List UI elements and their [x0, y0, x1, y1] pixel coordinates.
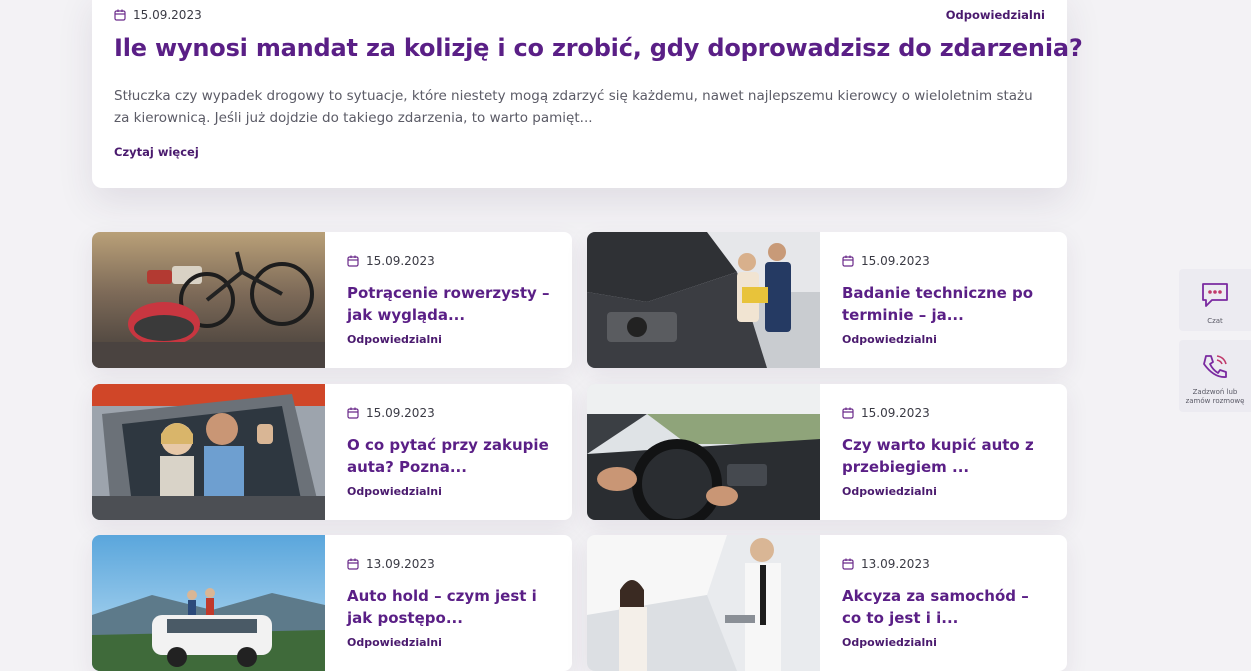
article-title[interactable]: Badanie techniczne po terminie – ja... — [842, 282, 1052, 326]
article-thumbnail-bicycle-accident[interactable] — [92, 232, 325, 368]
article-title[interactable]: Potrącenie rowerzysty – jak wygląda... — [347, 282, 557, 326]
article-card[interactable]: 15.09.2023 Potrącenie rowerzysty – jak w… — [92, 232, 572, 368]
read-more-link[interactable]: Czytaj więcej — [114, 145, 199, 159]
article-card[interactable]: 15.09.2023 O co pytać przy zakupie auta?… — [92, 384, 572, 520]
featured-category-link[interactable]: Odpowiedzialni — [946, 8, 1045, 22]
calendar-icon — [842, 407, 854, 419]
call-label: Zadzwoń lub zamów rozmowę — [1185, 388, 1245, 405]
chat-bubble-icon — [1179, 281, 1251, 313]
article-date-text: 15.09.2023 — [861, 254, 930, 268]
featured-excerpt: Stłuczka czy wypadek drogowy to sytuacje… — [114, 88, 1033, 126]
calendar-icon — [347, 558, 359, 570]
featured-article-card[interactable]: 15.09.2023 Odpowiedzialni Ile wynosi man… — [92, 0, 1083, 188]
article-date: 13.09.2023 — [842, 557, 930, 571]
calendar-icon — [114, 9, 126, 21]
article-category-link[interactable]: Odpowiedzialni — [842, 485, 937, 498]
article-date-text: 15.09.2023 — [366, 406, 435, 420]
featured-date: 15.09.2023 — [114, 8, 202, 22]
article-date: 15.09.2023 — [842, 406, 930, 420]
article-card[interactable]: 13.09.2023 Akcyza za samochód – co to je… — [587, 535, 1067, 671]
article-title[interactable]: Czy warto kupić auto z przebiegiem ... — [842, 434, 1052, 478]
article-title[interactable]: O co pytać przy zakupie auta? Pozna... — [347, 434, 557, 478]
article-title[interactable]: Auto hold – czym jest i jak postępo... — [347, 585, 557, 629]
article-date: 13.09.2023 — [347, 557, 435, 571]
article-title[interactable]: Akcyza za samochód – co to jest i i... — [842, 585, 1052, 629]
article-date: 15.09.2023 — [347, 406, 435, 420]
article-card[interactable]: 15.09.2023 Badanie techniczne po termini… — [587, 232, 1067, 368]
call-button[interactable]: Zadzwoń lub zamów rozmowę — [1179, 340, 1251, 412]
article-thumbnail-car-dealer[interactable] — [587, 535, 820, 671]
article-thumbnail-car-inspection[interactable] — [587, 232, 820, 368]
article-card[interactable]: 15.09.2023 Czy warto kupić auto z przebi… — [587, 384, 1067, 520]
calendar-icon — [347, 255, 359, 267]
article-date-text: 13.09.2023 — [861, 557, 930, 571]
article-category-link[interactable]: Odpowiedzialni — [347, 485, 442, 498]
phone-icon — [1179, 352, 1251, 384]
article-date: 15.09.2023 — [347, 254, 435, 268]
calendar-icon — [347, 407, 359, 419]
chat-label: Czat — [1207, 317, 1223, 325]
featured-title[interactable]: Ile wynosi mandat za kolizję i co zrobić… — [114, 34, 1083, 62]
featured-date-text: 15.09.2023 — [133, 8, 202, 22]
article-date-text: 13.09.2023 — [366, 557, 435, 571]
chat-button[interactable]: Czat — [1179, 269, 1251, 331]
article-category-link[interactable]: Odpowiedzialni — [842, 333, 937, 346]
article-thumbnail-suv-mountains[interactable] — [92, 535, 325, 671]
calendar-icon — [842, 255, 854, 267]
article-card[interactable]: 13.09.2023 Auto hold – czym jest i jak p… — [92, 535, 572, 671]
article-date: 15.09.2023 — [842, 254, 930, 268]
article-date-text: 15.09.2023 — [366, 254, 435, 268]
calendar-icon — [842, 558, 854, 570]
article-category-link[interactable]: Odpowiedzialni — [347, 636, 442, 649]
article-thumbnail-car-buyers[interactable] — [92, 384, 325, 520]
article-date-text: 15.09.2023 — [861, 406, 930, 420]
article-category-link[interactable]: Odpowiedzialni — [842, 636, 937, 649]
article-thumbnail-driving-dashboard[interactable] — [587, 384, 820, 520]
article-category-link[interactable]: Odpowiedzialni — [347, 333, 442, 346]
